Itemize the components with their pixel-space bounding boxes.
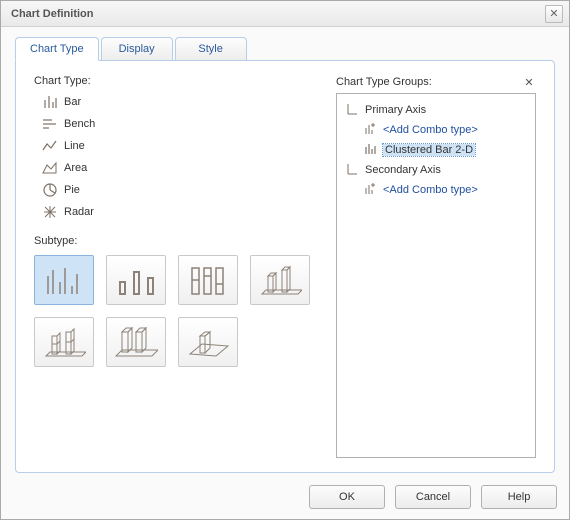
- chart-type-item-line[interactable]: Line: [40, 135, 312, 157]
- subtype-clustered-bar-cyl[interactable]: [34, 317, 94, 367]
- chart-type-label: Radar: [64, 206, 94, 218]
- cancel-button[interactable]: Cancel: [395, 485, 471, 509]
- dialog-title: Chart Definition: [11, 8, 94, 20]
- tree-node-add-combo-secondary[interactable]: <Add Combo type>: [341, 180, 531, 200]
- groups-heading: Chart Type Groups:: [336, 76, 432, 88]
- subtype-heading: Subtype:: [34, 235, 312, 247]
- subtype-grid: [34, 255, 312, 367]
- chart-type-item-radar[interactable]: Radar: [40, 201, 312, 223]
- clustered-bar-cyl-icon: [42, 324, 86, 360]
- tab-display[interactable]: Display: [101, 37, 173, 60]
- bench-icon: [42, 116, 58, 132]
- tabs: Chart Type Display Style: [15, 37, 555, 60]
- chart-type-groups-column: Chart Type Groups: ✕ Primary Axis: [336, 75, 536, 458]
- close-icon: ✕: [549, 7, 558, 20]
- tree-label: Clustered Bar 2-D: [383, 144, 475, 156]
- subtype-clustered-bar-2d[interactable]: [34, 255, 94, 305]
- chart-type-item-pie[interactable]: Pie: [40, 179, 312, 201]
- subtype-stacked-bar-2d[interactable]: [178, 255, 238, 305]
- chart-type-column: Chart Type: Bar Bench: [34, 75, 312, 458]
- subtype-stacked-bar-3d[interactable]: [106, 317, 166, 367]
- subtype-bar-3d-perspective[interactable]: [178, 317, 238, 367]
- chart-type-item-area[interactable]: Area: [40, 157, 312, 179]
- tab-label: Display: [119, 43, 155, 55]
- dialog-body: Chart Type Display Style Chart Type: Bar: [1, 27, 569, 479]
- tree-node-primary-axis[interactable]: Primary Axis: [341, 100, 531, 120]
- groups-tree: Primary Axis <Add Combo type> Clustered …: [336, 93, 536, 458]
- clustered-bar-gap-icon: [114, 262, 158, 298]
- chart-definition-dialog: Chart Definition ✕ Chart Type Display St…: [0, 0, 570, 520]
- stacked-bar-3d-icon: [114, 324, 158, 360]
- radar-icon: [42, 204, 58, 220]
- button-label: Cancel: [416, 491, 450, 503]
- tree-node-add-combo-primary[interactable]: <Add Combo type>: [341, 120, 531, 140]
- tree-label: <Add Combo type>: [383, 184, 478, 196]
- chart-type-item-bench[interactable]: Bench: [40, 113, 312, 135]
- pie-icon: [42, 182, 58, 198]
- dialog-close-button[interactable]: ✕: [545, 5, 563, 23]
- chart-type-label: Bar: [64, 96, 81, 108]
- add-combo-icon: [363, 182, 379, 198]
- area-icon: [42, 160, 58, 176]
- dialog-footer: OK Cancel Help: [1, 479, 569, 519]
- ok-button[interactable]: OK: [309, 485, 385, 509]
- tab-panel-chart-type: Chart Type: Bar Bench: [15, 60, 555, 473]
- tree-label: Secondary Axis: [365, 164, 441, 176]
- clustered-bar-2d-icon: [42, 262, 86, 298]
- bar-3d-perspective-icon: [186, 324, 230, 360]
- chart-type-heading: Chart Type:: [34, 75, 312, 87]
- help-button[interactable]: Help: [481, 485, 557, 509]
- close-icon: ✕: [524, 76, 533, 89]
- button-label: OK: [339, 491, 355, 503]
- tab-chart-type[interactable]: Chart Type: [15, 37, 99, 61]
- chart-type-item-bar[interactable]: Bar: [40, 91, 312, 113]
- chart-type-label: Area: [64, 162, 87, 174]
- axis-icon: [345, 162, 361, 178]
- tree-label: <Add Combo type>: [383, 124, 478, 136]
- tab-label: Style: [198, 43, 222, 55]
- chart-type-label: Pie: [64, 184, 80, 196]
- tree-node-clustered-bar-2d[interactable]: Clustered Bar 2-D: [341, 140, 531, 160]
- tree-node-secondary-axis[interactable]: Secondary Axis: [341, 160, 531, 180]
- groups-close-button[interactable]: ✕: [522, 75, 536, 89]
- button-label: Help: [508, 491, 531, 503]
- groups-header: Chart Type Groups: ✕: [336, 75, 536, 89]
- axis-icon: [345, 102, 361, 118]
- chart-type-label: Line: [64, 140, 85, 152]
- add-combo-icon: [363, 122, 379, 138]
- tab-label: Chart Type: [30, 43, 84, 55]
- tab-style[interactable]: Style: [175, 37, 247, 60]
- line-icon: [42, 138, 58, 154]
- chart-type-label: Bench: [64, 118, 95, 130]
- chart-type-list: Bar Bench Line: [40, 91, 312, 223]
- clustered-bar-3d-icon: [258, 262, 302, 298]
- bar-icon: [363, 142, 379, 158]
- tree-label: Primary Axis: [365, 104, 426, 116]
- stacked-bar-2d-icon: [186, 262, 230, 298]
- bar-icon: [42, 94, 58, 110]
- titlebar: Chart Definition ✕: [1, 1, 569, 27]
- subtype-clustered-bar-gap[interactable]: [106, 255, 166, 305]
- subtype-clustered-bar-3d[interactable]: [250, 255, 310, 305]
